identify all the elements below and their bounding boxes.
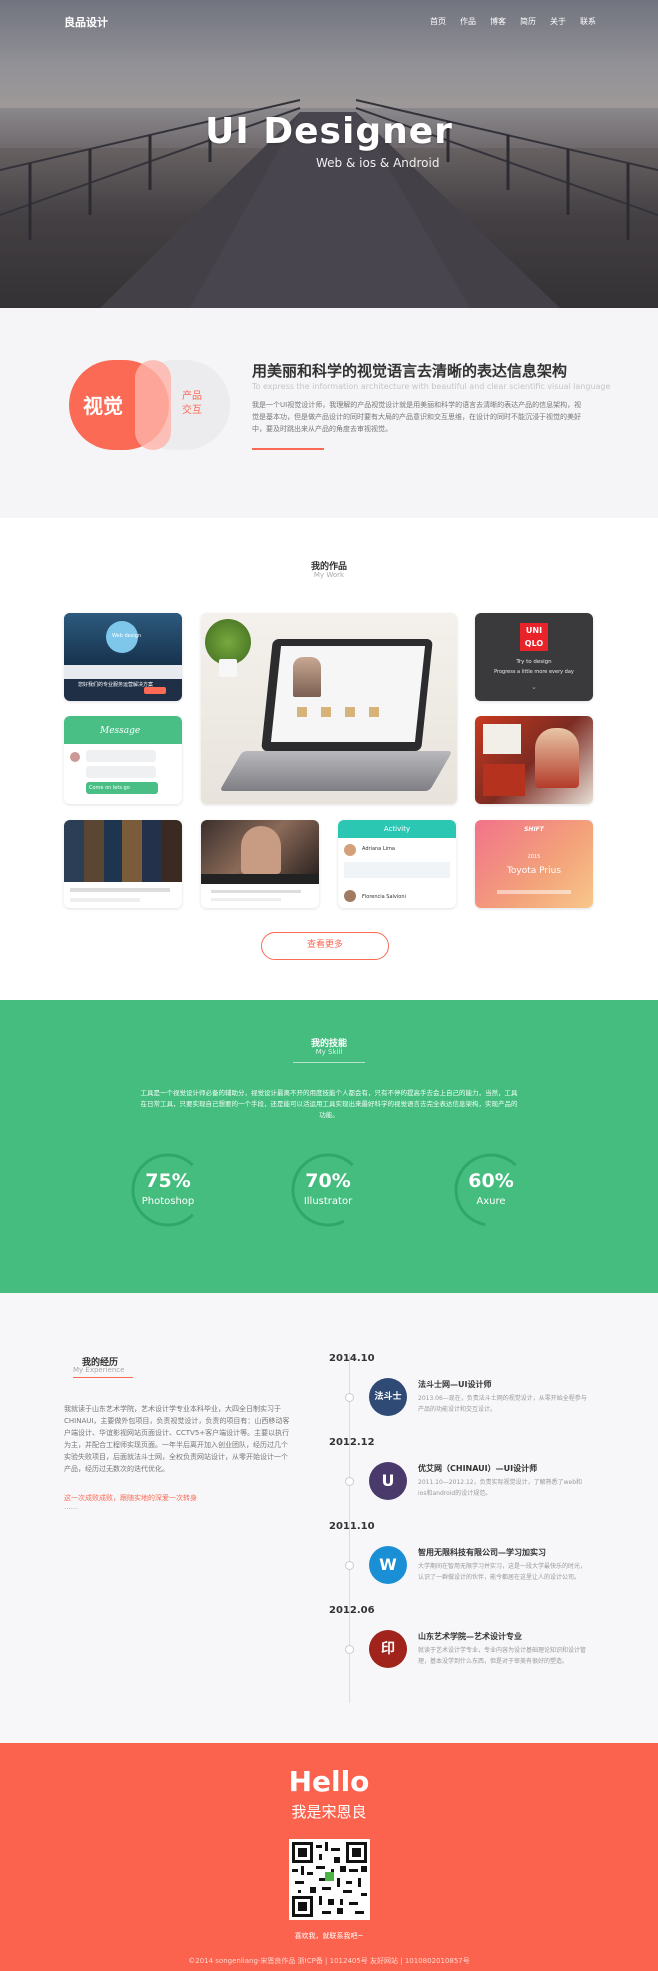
company-logo-icon: 法斗士 bbox=[369, 1378, 407, 1416]
work-card-sports[interactable] bbox=[475, 716, 593, 804]
company-logo-icon: 印 bbox=[369, 1630, 407, 1668]
footer-hello: Hello bbox=[288, 1765, 370, 1798]
nav-blog[interactable]: 博客 bbox=[490, 16, 506, 27]
timeline-year: 2011.10 bbox=[329, 1521, 375, 1532]
hero-title: UI Designer bbox=[205, 111, 453, 152]
timeline-year: 2012.06 bbox=[329, 1605, 375, 1616]
company-logo-icon: W bbox=[369, 1546, 407, 1584]
experience-intro: 我就读于山东艺术学院，艺术设计学专业本科毕业，大四全日制实习于CHINAUI，主… bbox=[64, 1405, 290, 1473]
pill-side-label: 产品 交互 bbox=[182, 391, 202, 416]
work-card-city[interactable] bbox=[64, 820, 182, 908]
timeline-node bbox=[345, 1645, 354, 1654]
timeline-desc: 2013.06—现在，负责法斗士网的视觉设计，从零开始全程参与产品的功能设计和交… bbox=[418, 1395, 587, 1413]
intro-description: 我是一个UI视觉设计师，我理解的产品视觉设计就是用美丽和科学的语言去清晰的表达产… bbox=[252, 401, 582, 433]
work-card-activity[interactable]: Activity Adriana Lima Florencia Salvioni bbox=[338, 820, 456, 908]
nav-contact[interactable]: 联系 bbox=[580, 16, 596, 27]
intro-heading: 用美丽和科学的视觉语言去清晰的表达信息架构 bbox=[252, 362, 568, 380]
intro-section: 视觉 产品 交互 用美丽和科学的视觉语言去清晰的表达信息架构 To expres… bbox=[0, 308, 658, 518]
skills-section: 我的技能 My Skill 工具是一个视觉设计师必备的辅助分，视觉设计最离不开的… bbox=[0, 1000, 658, 1293]
hero-banner: 良品设计 首页 作品 博客 简历 关于 联系 UI Designer Web &… bbox=[0, 0, 658, 308]
skill-gauge-axure: 60% Axure bbox=[453, 1140, 529, 1240]
intro-subheading: To express the information architecture … bbox=[252, 382, 611, 391]
view-more-button[interactable]: 查看更多 bbox=[261, 932, 389, 960]
skills-subtitle: My Skill bbox=[315, 1048, 343, 1056]
company-logo-icon: U bbox=[369, 1462, 407, 1500]
site-logo[interactable]: 良品设计 bbox=[64, 14, 108, 30]
experience-highlight: 这一次成败成败，跟随实地的深爱一次转身 bbox=[64, 1494, 197, 1502]
pill-main-label: 视觉 bbox=[83, 394, 123, 418]
nav-home[interactable]: 首页 bbox=[430, 16, 446, 27]
skills-description: 工具是一个视觉设计师必备的辅助分，视觉设计最离不开的用度技能个人都会有，只有不停… bbox=[140, 1089, 518, 1119]
work-card-laptop[interactable] bbox=[201, 613, 457, 804]
work-card-uniqlo[interactable]: UNI QLO Try to design Progress a little m… bbox=[475, 613, 593, 701]
hero-subtitle: Web & ios & Android bbox=[316, 156, 440, 170]
timeline-node bbox=[345, 1561, 354, 1570]
work-card-message[interactable]: Message Come on lets go bbox=[64, 716, 182, 804]
work-card-portrait[interactable] bbox=[201, 820, 319, 908]
timeline-company: 山东艺术学院—艺术设计专业 bbox=[418, 1632, 522, 1641]
experience-section: 我的经历 My Experience 我就读于山东艺术学院，艺术设计学专业本科毕… bbox=[0, 1293, 658, 1743]
work-card-webdesign[interactable]: Web design 您好我们的专业服务运营解决方案 bbox=[64, 613, 182, 701]
footer-copyright: ©2014 songenliang-宋恩良作品 浙ICP备 | 1012405号… bbox=[188, 1957, 470, 1965]
nav-works[interactable]: 作品 bbox=[460, 16, 476, 27]
works-subtitle: My Work bbox=[313, 571, 345, 579]
timeline-desc: 大学期间在智用无限学习并实习，这是一段大学最快乐的时光，认识了一群做设计的伙伴，… bbox=[418, 1563, 587, 1581]
timeline-desc: 就读于艺术设计学专业，专业内容为设计基础理论知识和设计管理，基本没学到什么东西，… bbox=[418, 1647, 587, 1665]
chevron-down-icon: ⌄ bbox=[531, 683, 537, 691]
intro-accent-bar bbox=[252, 448, 324, 450]
timeline-year: 2014.10 bbox=[329, 1353, 375, 1364]
nav-resume[interactable]: 简历 bbox=[520, 16, 536, 27]
experience-dots: ...... bbox=[64, 1503, 78, 1511]
nav-about[interactable]: 关于 bbox=[550, 16, 566, 27]
timeline-company: 智用无限科技有限公司—学习加实习 bbox=[418, 1548, 546, 1557]
timeline-node bbox=[345, 1477, 354, 1486]
skill-pill-graphic: 视觉 产品 交互 bbox=[69, 360, 230, 450]
timeline-company: 优艾网（CHINAUI）—UI设计师 bbox=[418, 1464, 538, 1473]
timeline-company: 法斗士网—UI设计师 bbox=[418, 1380, 492, 1389]
footer-scan-text: 喜欢我，就联系我吧~ bbox=[294, 1932, 364, 1940]
skill-gauge-illustrator: 70% Illustrator bbox=[290, 1140, 366, 1240]
footer: Hello 我是宋恩良 喜欢我，就联系我吧~ ©2014 songenliang… bbox=[0, 1743, 658, 1971]
qr-code-icon bbox=[289, 1839, 370, 1920]
work-card-toyota[interactable]: SHIFT 2015 Toyota Prius bbox=[475, 820, 593, 908]
works-section: 我的作品 My Work Web design 您好我们的专业服务运营解决方案 … bbox=[0, 518, 658, 1000]
footer-name: 我是宋恩良 bbox=[291, 1803, 367, 1821]
main-nav: 首页 作品 博客 简历 关于 联系 bbox=[430, 16, 596, 27]
timeline-year: 2012.12 bbox=[329, 1437, 375, 1448]
skill-gauge-photoshop: 75% Photoshop bbox=[130, 1140, 206, 1240]
timeline-node bbox=[345, 1393, 354, 1402]
timeline-desc: 2011.10—2012.12，负责实际视觉设计，了解熟悉了web和ios和an… bbox=[418, 1479, 583, 1497]
experience-subtitle: My Experience bbox=[73, 1366, 125, 1374]
